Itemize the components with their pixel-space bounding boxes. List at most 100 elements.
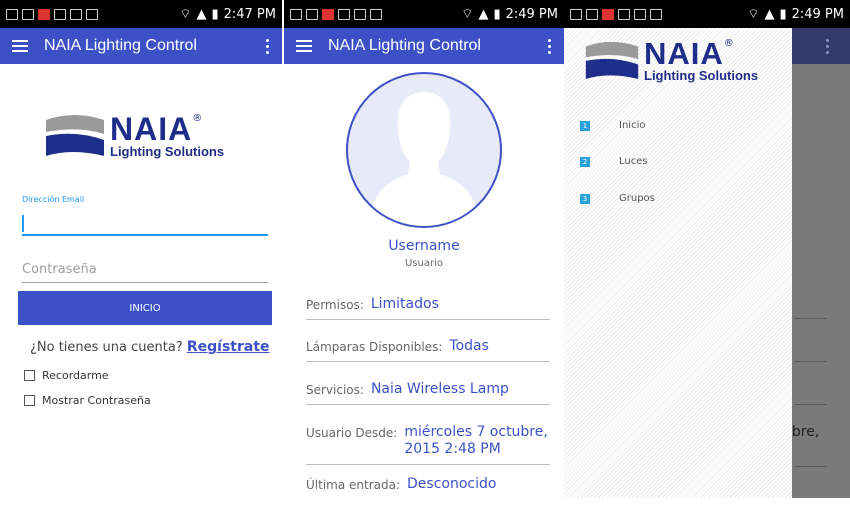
wifi-icon: ⌔ [747, 7, 760, 22]
remember-checkbox[interactable]: Recordarme [24, 369, 109, 382]
drawer-item-luces[interactable]: 2 Luces [580, 156, 648, 167]
row-value: Desconocido [407, 476, 497, 492]
status-time: 2:47 PM [223, 6, 276, 22]
checkbox-icon[interactable] [24, 395, 35, 406]
profile-row-last-login: Última entrada: Desconocido [306, 476, 550, 499]
mail-icon [618, 8, 630, 20]
row-value: Naia Wireless Lamp [370, 381, 509, 397]
row-key: Última entrada: [306, 478, 401, 492]
card-icon [370, 8, 382, 20]
signup-prompt: ¿No tienes una cuenta? Regístrate [30, 339, 270, 355]
remember-label: Recordarme [42, 369, 109, 382]
number-badge-icon: 2 [580, 156, 590, 167]
alert-icon [322, 8, 334, 20]
status-time: 2:49 PM [505, 6, 558, 22]
profile-row-permissions: Permisos: Limitados [306, 296, 550, 320]
wifi-icon: ⌔ [461, 7, 474, 22]
signup-prompt-text: ¿No tienes una cuenta? [30, 340, 183, 355]
naia-logo: NAIA ® Lighting Solutions [584, 38, 758, 82]
logo-name: NAIA [110, 110, 193, 147]
usb-icon [290, 8, 302, 20]
password-underline [22, 282, 268, 283]
alert-icon [38, 8, 50, 20]
app-title: NAIA Lighting Control [44, 37, 197, 54]
app-icon [634, 8, 646, 20]
profile-row-since: Usuario Desde: miércoles 7 octubre, 2015… [306, 424, 550, 465]
mail-icon [54, 8, 66, 20]
image-icon [306, 8, 318, 20]
app-icon [70, 8, 82, 20]
battery-icon: ▮ [211, 6, 219, 22]
usb-icon [570, 8, 582, 20]
profile-row-services: Servicios: Naia Wireless Lamp [306, 381, 550, 405]
battery-icon: ▮ [779, 6, 787, 22]
logo-tagline: Lighting Solutions [644, 68, 759, 83]
alert-icon [602, 8, 614, 20]
email-input[interactable] [22, 210, 272, 236]
number-badge-icon: 3 [580, 193, 590, 204]
show-password-checkbox[interactable]: Mostrar Contraseña [24, 394, 151, 407]
profile-role: Usuario [404, 258, 443, 269]
row-key: Lámparas Disponibles: [306, 340, 443, 354]
logo-registered: ® [192, 112, 203, 124]
overflow-menu-icon [826, 39, 830, 54]
status-bar: ⌔ ▲ ▮ 2:49 PM [284, 0, 564, 28]
signal-icon: ▲ [196, 6, 207, 22]
dimmed-divider [795, 318, 827, 319]
swoosh-icon [46, 115, 104, 156]
show-password-label: Mostrar Contraseña [42, 394, 151, 407]
checkbox-icon[interactable] [24, 370, 35, 381]
status-time: 2:49 PM [791, 6, 844, 22]
overflow-menu-icon[interactable] [548, 38, 552, 54]
app-icon [354, 8, 366, 20]
usb-icon [6, 8, 18, 20]
app-bar: NAIA Lighting Control [0, 28, 282, 64]
mail-icon [338, 8, 350, 20]
person-silhouette-icon [368, 92, 480, 226]
image-icon [22, 8, 34, 20]
signal-icon: ▲ [478, 6, 489, 22]
naia-logo: NAIA ® Lighting Solutions [44, 112, 224, 158]
email-underline [22, 234, 268, 236]
status-bar: ⌔ ▲ ▮ 2:47 PM [0, 0, 282, 28]
number-badge-icon: 1 [580, 120, 590, 131]
drawer-item-label: Inicio [619, 120, 646, 131]
row-value: miércoles 7 octubre, 2015 2:48 PM [404, 424, 548, 457]
dimmed-app-bar [792, 28, 850, 64]
drawer-item-grupos[interactable]: 3 Grupos [580, 193, 655, 204]
battery-icon: ▮ [493, 6, 501, 22]
profile-username: Username [388, 238, 460, 254]
image-icon [586, 8, 598, 20]
avatar[interactable] [346, 72, 502, 228]
row-value: Todas [449, 338, 489, 354]
signup-link[interactable]: Regístrate [187, 339, 270, 355]
email-label: Dirección Email [22, 195, 85, 204]
signal-icon: ▲ [764, 6, 775, 22]
drawer-item-inicio[interactable]: 1 Inicio [580, 120, 645, 131]
card-icon [650, 8, 662, 20]
login-button[interactable]: INICIO [18, 291, 272, 325]
swoosh-icon [585, 41, 639, 79]
logo-registered: ® [723, 38, 734, 49]
status-bar: ⌔ ▲ ▮ 2:49 PM [564, 0, 850, 28]
menu-icon[interactable] [296, 40, 312, 52]
app-title: NAIA Lighting Control [328, 37, 481, 54]
logo-name: NAIA [644, 36, 724, 71]
row-key: Servicios: [306, 383, 364, 397]
row-key: Permisos: [306, 298, 364, 312]
password-input[interactable]: Contraseña [22, 262, 97, 277]
menu-icon[interactable] [12, 40, 28, 52]
dimmed-divider [795, 361, 827, 362]
app-bar: NAIA Lighting Control [284, 28, 564, 64]
profile-row-lamps: Lámparas Disponibles: Todas [306, 338, 550, 362]
row-key: Usuario Desde: [306, 426, 398, 440]
drawer-item-label: Luces [619, 156, 648, 167]
wifi-icon: ⌔ [179, 7, 192, 22]
card-icon [86, 8, 98, 20]
overflow-menu-icon[interactable] [266, 38, 270, 54]
row-value: Limitados [370, 296, 439, 312]
navigation-drawer [564, 28, 792, 498]
dimmed-divider [795, 404, 827, 405]
dimmed-divider [795, 466, 827, 467]
logo-tagline: Lighting Solutions [110, 143, 225, 159]
